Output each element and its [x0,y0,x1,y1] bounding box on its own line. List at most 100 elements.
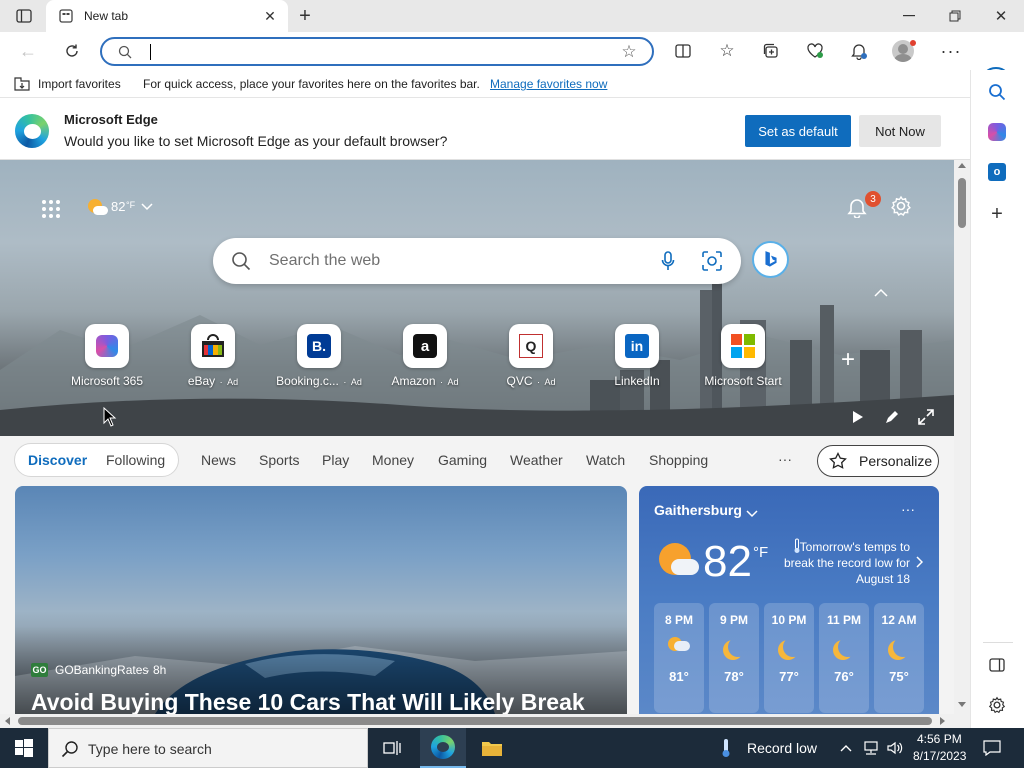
vertical-scrollbar[interactable] [954,160,970,714]
personalize-button[interactable]: Personalize [817,445,939,477]
scroll-up-arrow-icon[interactable] [958,163,966,168]
sidebar-search-icon[interactable] [988,83,1006,104]
tab-discover[interactable]: Discover [28,452,87,468]
quicklink-booking[interactable]: B. [297,324,341,368]
quicklink-microsoft-365[interactable] [85,324,129,368]
moon-icon [874,637,924,661]
apps-grid-icon[interactable] [41,199,63,221]
split-screen-icon[interactable] [670,38,696,64]
more-menu-icon[interactable]: ··· [938,38,964,64]
set-as-default-button[interactable]: Set as default [745,115,851,147]
collapse-chevron-icon[interactable] [873,286,889,301]
browser-essentials-icon[interactable] [802,38,828,64]
weather-card-more-icon[interactable]: ··· [901,501,915,517]
article-headline: Avoid Buying These 10 Cars That Will Lik… [31,689,585,714]
hour-time: 12 AM [881,613,917,627]
restore-icon[interactable] [938,6,972,26]
windows-start-icon[interactable] [0,728,48,768]
tab-sports[interactable]: Sports [259,452,299,468]
sidebar-outlook-icon[interactable]: o [988,163,1006,181]
add-quicklink-plus-icon[interactable]: + [836,346,860,373]
expand-icon[interactable] [918,409,934,428]
edit-background-icon[interactable] [884,409,900,428]
web-search-input[interactable]: Search the web [269,252,380,270]
network-icon[interactable] [860,728,882,768]
visual-search-icon[interactable] [702,251,722,274]
hourly-forecast-11pm[interactable]: 11 PM 76° [819,603,869,713]
hide-sidebar-icon[interactable] [989,658,1005,675]
weather-alert-text[interactable]: Tomorrow's temps to break the record low… [779,539,910,587]
close-window-icon[interactable]: ✕ [984,6,1018,26]
minimize-icon[interactable] [892,6,926,26]
taskbar-search-box[interactable]: Type here to search [48,728,368,768]
microphone-icon[interactable] [661,251,675,274]
weather-widget[interactable]: 82 °F [86,196,158,220]
collections-icon[interactable] [758,38,784,64]
quicklink-microsoft-start[interactable] [721,324,765,368]
taskbar-edge-icon[interactable] [420,728,466,768]
weather-location[interactable]: Gaithersburg [654,502,742,518]
tab-weather[interactable]: Weather [510,452,563,468]
notification-center-icon[interactable] [978,728,1006,768]
chevron-right-icon[interactable] [915,556,924,571]
favorites-icon[interactable]: ☆ [714,38,740,64]
tab-watch[interactable]: Watch [586,452,625,468]
tab-shopping[interactable]: Shopping [649,452,708,468]
taskbar-time[interactable]: 4:56 PM [917,732,962,746]
manage-favorites-link[interactable]: Manage favorites now [490,77,607,91]
scroll-left-arrow-icon[interactable] [5,717,10,725]
location-chevron-down-icon[interactable] [746,506,758,521]
hourly-forecast-10pm[interactable]: 10 PM 77° [764,603,814,713]
settings-gear-icon[interactable] [890,195,914,219]
add-favorite-star-icon[interactable]: ☆ [618,41,640,63]
sidebar-settings-gear-icon[interactable] [988,696,1006,717]
play-icon[interactable] [850,410,864,427]
new-tab-plus-icon[interactable]: + [294,5,316,27]
hour-temp: 81° [669,669,689,684]
title-bar: New tab ✕ + ✕ [0,0,1024,32]
tab-news[interactable]: News [201,452,236,468]
task-view-icon[interactable] [372,728,412,768]
tab-play[interactable]: Play [322,452,349,468]
bing-chat-button[interactable] [752,241,789,278]
infobar-message: Would you like to set Microsoft Edge as … [64,133,448,149]
horizontal-scrollbar[interactable] [0,714,970,728]
tab-gaming[interactable]: Gaming [438,452,487,468]
scroll-right-arrow-icon[interactable] [940,717,945,725]
tab-money[interactable]: Money [372,452,414,468]
refresh-icon[interactable] [58,38,86,64]
show-hidden-icons-chevron-icon[interactable] [836,728,856,768]
quicklink-linkedin[interactable]: in [615,324,659,368]
default-browser-infobar: Microsoft Edge Would you like to set Mic… [0,102,970,160]
sidebar-add-icon[interactable]: + [986,203,1008,225]
back-arrow-icon[interactable]: ← [14,38,42,64]
taskbar-date[interactable]: 8/17/2023 [913,749,966,763]
close-tab-icon[interactable]: ✕ [260,7,280,25]
vertical-scroll-thumb[interactable] [958,178,966,228]
file-explorer-icon[interactable] [470,728,514,768]
quicklink-qvc[interactable]: Q [509,324,553,368]
hourly-forecast-12am[interactable]: 12 AM 75° [874,603,924,713]
address-bar[interactable]: ☆ [100,37,654,66]
more-tabs-icon[interactable]: ··· [778,451,792,467]
tab-actions-icon[interactable] [12,6,36,26]
taskbar-weather-text[interactable]: Record low [747,740,817,756]
hour-time: 8 PM [664,613,693,627]
article-card[interactable]: GO GOBankingRates · 8h Avoid Buying Thes… [15,486,627,714]
quicklink-amazon[interactable]: a [403,324,447,368]
tab-following[interactable]: Following [106,452,165,468]
not-now-button[interactable]: Not Now [859,115,941,147]
scroll-down-arrow-icon[interactable] [958,702,966,707]
quicklink-ebay[interactable] [191,324,235,368]
import-favorites-link[interactable]: Import favorites [38,77,121,91]
hour-time: 9 PM [719,613,748,627]
tab-new-tab[interactable]: New tab ✕ [46,0,288,32]
notifications-icon[interactable] [846,38,872,64]
horizontal-scroll-thumb[interactable] [18,717,932,725]
hourly-forecast-8pm[interactable]: 8 PM 81° [654,603,704,713]
web-search-box[interactable]: Search the web [213,238,741,284]
search-icon [231,251,251,274]
volume-icon[interactable] [884,728,906,768]
hourly-forecast-9pm[interactable]: 9 PM 78° [709,603,759,713]
sidebar-tools-icon[interactable] [988,123,1006,141]
